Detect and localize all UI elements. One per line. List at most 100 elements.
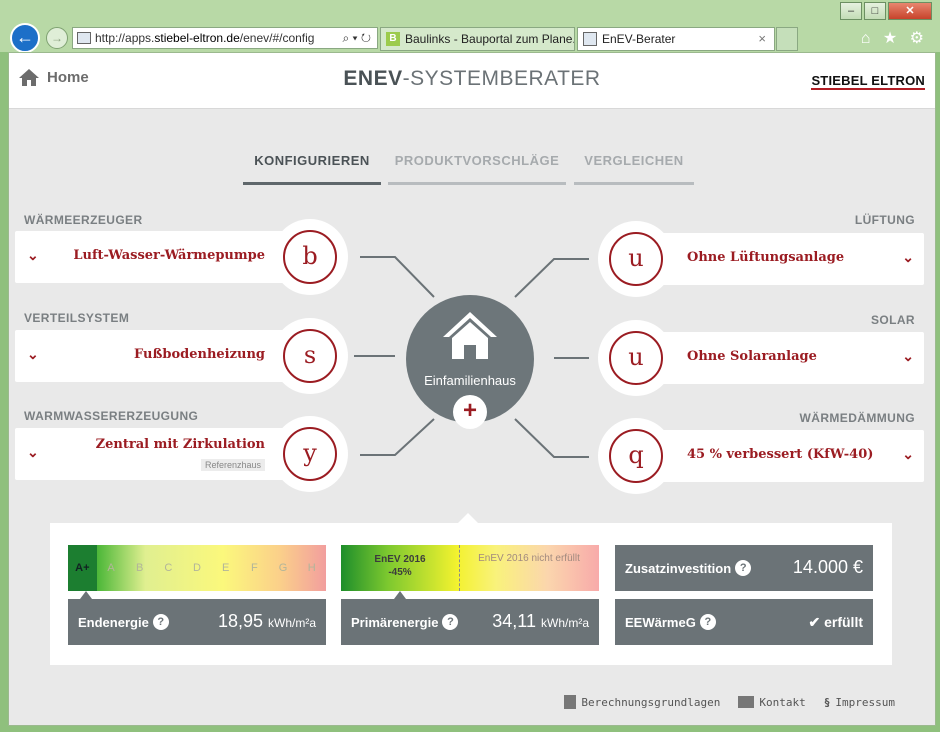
option-value: Luft-Wasser-Wärmepumpe bbox=[73, 248, 265, 263]
enev-fulfilled-pct: -45% bbox=[388, 567, 412, 578]
option-value: Ohne Lüftungsanlage bbox=[687, 250, 845, 265]
heat-pump-icon: b bbox=[283, 230, 337, 284]
section-icon: § bbox=[823, 695, 831, 709]
back-button[interactable]: ← bbox=[10, 23, 40, 53]
contact-label: Kontakt bbox=[759, 695, 806, 709]
solar-icon: u bbox=[609, 331, 663, 385]
tab-konfigurieren[interactable]: KONFIGURIEREN bbox=[243, 153, 381, 185]
new-tab-button[interactable] bbox=[776, 27, 798, 51]
tab-enev-berater[interactable]: EnEV-Berater × bbox=[577, 27, 775, 51]
energy-efficiency-scale: A+ A B C D E F G H bbox=[68, 545, 326, 599]
zusatz-label: Zusatzinvestition bbox=[625, 560, 732, 576]
class-label: A+ bbox=[68, 545, 97, 591]
hot-water-icon: y bbox=[283, 427, 337, 481]
help-icon[interactable]: ? bbox=[152, 614, 169, 630]
calc-label: Berechnungsgrundlagen bbox=[581, 695, 721, 709]
select-verteilsystem[interactable]: ⌄ Fußbodenheizung bbox=[15, 330, 315, 382]
class-label: G bbox=[278, 562, 288, 574]
maximize-button[interactable]: □ bbox=[864, 2, 886, 20]
page: Home ENEV-SYSTEMBERATER STIEBEL ELTRON K… bbox=[8, 52, 936, 726]
imprint-link[interactable]: § Impressum bbox=[824, 695, 895, 709]
brand-logo[interactable]: STIEBEL ELTRON bbox=[811, 73, 925, 90]
step-label: KONFIGURIEREN bbox=[254, 153, 370, 168]
footer-links: Berechnungsgrundlagen Kontakt § Impressum bbox=[564, 695, 895, 709]
chevron-down-icon: ⌄ bbox=[27, 444, 39, 460]
class-label: D bbox=[193, 562, 201, 574]
icon-circle-warmwasser[interactable]: y bbox=[272, 416, 348, 492]
icon-circle-lueftung[interactable]: u bbox=[598, 221, 674, 297]
category-lueftung: LÜFTUNG bbox=[854, 213, 915, 227]
tab-label: EnEV-Berater bbox=[602, 32, 676, 46]
help-icon[interactable]: ? bbox=[442, 614, 459, 630]
calculator-icon bbox=[564, 695, 577, 709]
enev-marker bbox=[394, 591, 406, 599]
eewaermeg-box: EEWärmeG? ✔ erfüllt bbox=[615, 599, 873, 645]
reference-badge: Referenzhaus bbox=[200, 459, 265, 471]
enev-fulfilled-label: EnEV 2016 bbox=[374, 554, 426, 565]
contact-link[interactable]: Kontakt bbox=[738, 695, 806, 709]
endenergie-box: Endenergie? 18,95 kWh/m²a bbox=[68, 599, 326, 645]
page-icon bbox=[77, 32, 91, 44]
baulinks-favicon-icon: B bbox=[386, 32, 400, 46]
eewaerme-label: EEWärmeG bbox=[625, 614, 696, 630]
help-icon[interactable]: ? bbox=[699, 614, 716, 630]
endenergie-label: Endenergie bbox=[78, 614, 149, 630]
class-label: B bbox=[136, 562, 144, 574]
close-tab-icon[interactable]: × bbox=[758, 28, 766, 50]
select-waermeerzeuger[interactable]: ⌄ Luft-Wasser-Wärmepumpe bbox=[15, 231, 315, 283]
tab-baulinks[interactable]: B Baulinks - Bauportal zum Plane... bbox=[380, 27, 575, 51]
chevron-down-icon: ⌄ bbox=[27, 247, 39, 263]
imprint-label: Impressum bbox=[835, 695, 895, 709]
primaerenergie-value: 34,11 bbox=[492, 611, 536, 631]
url-prefix: http://apps. bbox=[95, 31, 155, 45]
page-favicon-icon bbox=[583, 32, 597, 46]
address-bar[interactable]: http://apps.stiebel-eltron.de/enev/#/con… bbox=[72, 27, 378, 49]
window-controls: – □ ✕ bbox=[840, 2, 932, 20]
tab-vergleichen[interactable]: VERGLEICHEN bbox=[574, 153, 694, 185]
class-label: F bbox=[251, 562, 258, 574]
tab-produktvorschlaege[interactable]: PRODUKTVORSCHLÄGE bbox=[388, 153, 566, 185]
select-warmwasser[interactable]: ⌄ Zentral mit Zirkulation Referenzhaus bbox=[15, 428, 315, 480]
connector-line bbox=[514, 258, 589, 298]
title-rest: -SYSTEMBERATER bbox=[402, 67, 601, 90]
category-verteilsystem: VERTEILSYSTEM bbox=[24, 311, 130, 325]
toolbar-icons[interactable]: ⌂ ★ ⚙ bbox=[861, 28, 928, 48]
minimize-button[interactable]: – bbox=[840, 2, 862, 20]
app-header: Home ENEV-SYSTEMBERATER STIEBEL ELTRON bbox=[9, 53, 935, 109]
primaerenergie-unit: kWh/m²a bbox=[541, 616, 589, 630]
option-value: 45 % verbessert (KfW-40) bbox=[687, 447, 874, 462]
icon-circle-verteilsystem[interactable]: s bbox=[272, 318, 348, 394]
calc-link[interactable]: Berechnungsgrundlagen bbox=[564, 695, 720, 709]
option-value: Zentral mit Zirkulation bbox=[95, 437, 265, 452]
mail-icon bbox=[738, 696, 755, 708]
class-label: A bbox=[107, 562, 115, 574]
chevron-down-icon: ⌄ bbox=[902, 446, 914, 462]
address-tools-icon[interactable]: ⌕ ▾ ↻ bbox=[342, 28, 371, 48]
insulation-icon: q bbox=[609, 429, 663, 483]
close-window-button[interactable]: ✕ bbox=[888, 2, 932, 20]
ventilation-icon: u bbox=[609, 232, 663, 286]
class-label: H bbox=[307, 562, 316, 574]
building-type-label: Einfamilienhaus bbox=[424, 373, 516, 388]
zusatz-value: 14.000 € bbox=[792, 557, 863, 577]
icon-circle-waermedaemmung[interactable]: q bbox=[598, 418, 674, 494]
connector-line bbox=[360, 256, 435, 298]
primaerenergie-box: Primärenergie? 34,11 kWh/m²a bbox=[341, 599, 599, 645]
step-label: PRODUKTVORSCHLÄGE bbox=[394, 153, 560, 168]
step-label: VERGLEICHEN bbox=[584, 153, 684, 168]
floor-heating-icon: s bbox=[283, 329, 337, 383]
tab-label: Baulinks - Bauportal zum Plane... bbox=[405, 32, 575, 46]
chevron-down-icon: ⌄ bbox=[27, 346, 39, 362]
result-panel: A+ A B C D E F G H Endenergie? 18,95 kWh… bbox=[50, 513, 892, 665]
category-waermeerzeuger: WÄRMEERZEUGER bbox=[24, 213, 143, 227]
connector-line bbox=[360, 418, 435, 456]
forward-button[interactable]: → bbox=[46, 27, 68, 49]
primaerenergie-label: Primärenergie bbox=[351, 614, 439, 630]
help-icon[interactable]: ? bbox=[735, 560, 752, 576]
icon-circle-waermeerzeuger[interactable]: b bbox=[272, 219, 348, 295]
endenergie-value: 18,95 bbox=[217, 611, 263, 631]
icon-circle-solar[interactable]: u bbox=[598, 320, 674, 396]
add-building-button[interactable]: + bbox=[453, 395, 487, 429]
browser-chrome: – □ ✕ ← → http://apps.stiebel-eltron.de/… bbox=[0, 0, 940, 53]
class-label: C bbox=[164, 562, 173, 574]
